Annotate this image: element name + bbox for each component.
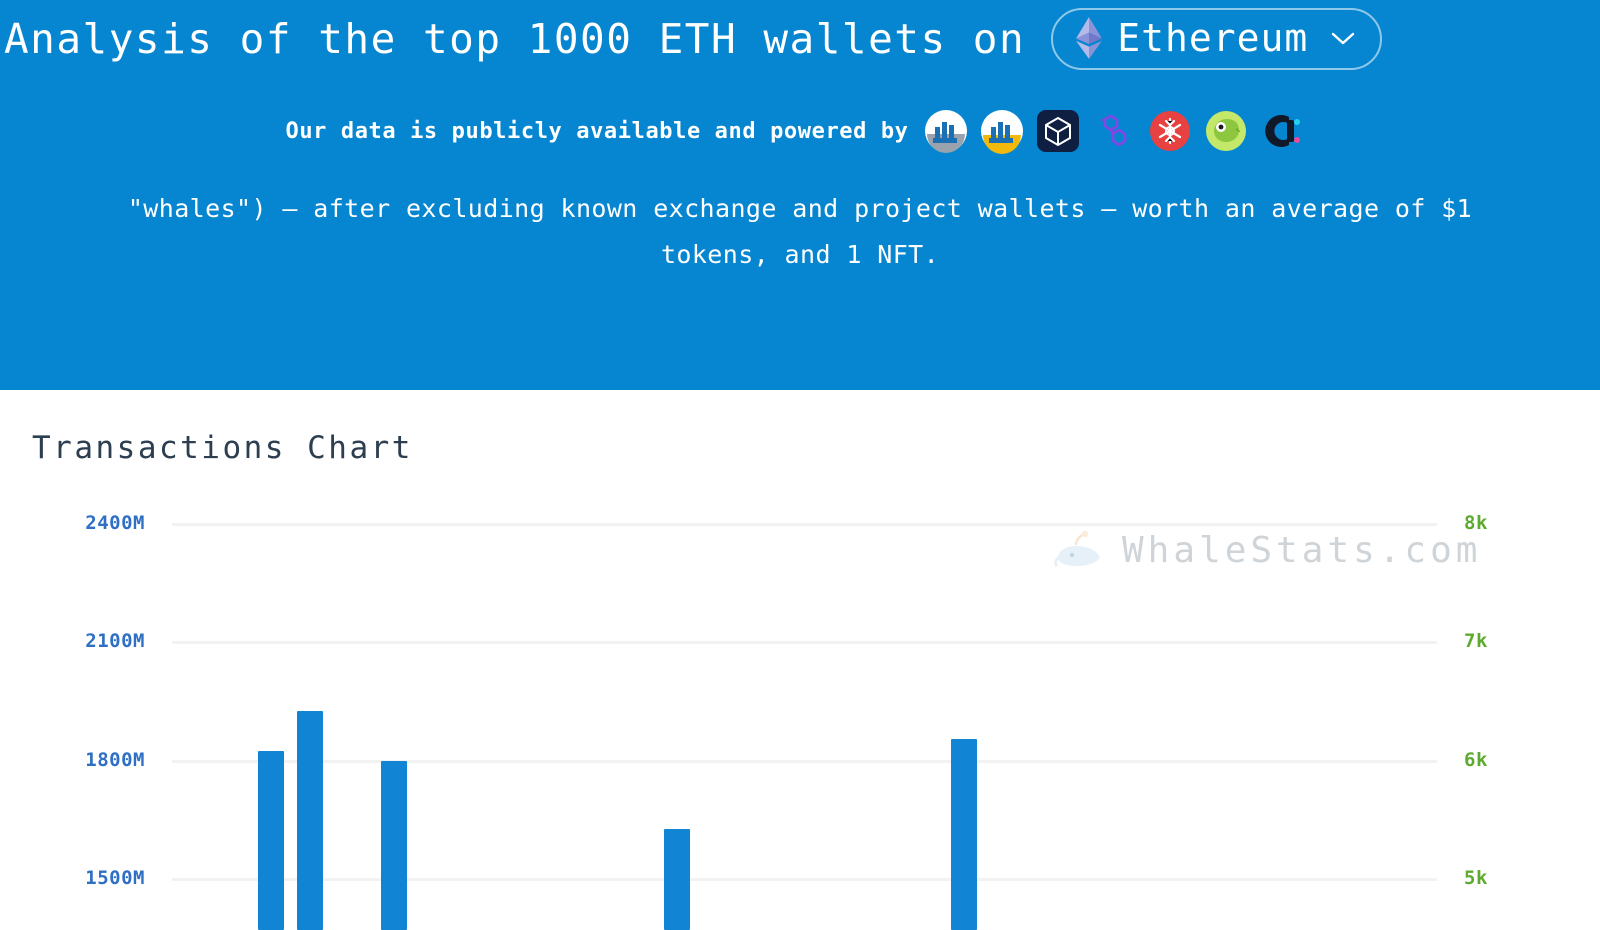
avalanche-icon[interactable] bbox=[1147, 108, 1193, 154]
y-axis-right-tick: 6k bbox=[1464, 749, 1488, 771]
y-axis-right-tick: 5k bbox=[1464, 867, 1488, 889]
y-axis-left-tick: 2400M bbox=[85, 512, 145, 534]
chart-bar[interactable] bbox=[381, 761, 407, 930]
header-description-line-2: tokens, and 1 NFT. bbox=[660, 240, 940, 269]
gridline bbox=[172, 641, 1437, 644]
panel-title: Transactions Chart bbox=[32, 430, 413, 466]
y-axis-left-tick: 2100M bbox=[85, 630, 145, 652]
chain-selector-label: Ethereum bbox=[1117, 16, 1309, 60]
ethereum-icon bbox=[1076, 17, 1103, 59]
chart-bar[interactable] bbox=[297, 711, 323, 930]
watermark: WhaleStats.com bbox=[1052, 524, 1481, 576]
header-description-line-1: "whales") — after excluding known exchan… bbox=[127, 194, 1473, 223]
polygon-icon[interactable] bbox=[1091, 108, 1137, 154]
watermark-text: WhaleStats.com bbox=[1122, 529, 1482, 571]
y-axis-right-tick: 8k bbox=[1464, 512, 1488, 534]
transactions-chart-panel: Transactions Chart WhaleStats.com 2400M 2… bbox=[0, 392, 1600, 930]
powered-by-row: Our data is publicly available and power… bbox=[0, 108, 1600, 154]
etherscan-icon[interactable] bbox=[923, 108, 969, 154]
covalent-icon[interactable] bbox=[1259, 108, 1305, 154]
gridline bbox=[172, 760, 1437, 763]
gridline bbox=[172, 523, 1437, 526]
gridline bbox=[172, 878, 1437, 881]
whale-icon bbox=[1054, 530, 1100, 568]
y-axis-left-tick: 1800M bbox=[85, 749, 145, 771]
chevron-down-icon bbox=[1330, 23, 1356, 53]
coingecko-icon[interactable] bbox=[1203, 108, 1249, 154]
chart-plot-area: WhaleStats.com 2400M 2100M 1800M 1500M 8k 7k… bbox=[0, 484, 1600, 930]
header-title-row: Analysis of the top 1000 ETH wallets on … bbox=[0, 8, 1600, 70]
powered-by-label: Our data is publicly available and power… bbox=[285, 118, 909, 144]
bscscan-icon[interactable] bbox=[979, 108, 1025, 154]
moralis-icon[interactable] bbox=[1035, 108, 1081, 154]
chart-bar[interactable] bbox=[664, 829, 690, 930]
chart-bar[interactable] bbox=[258, 751, 284, 930]
y-axis-left-tick: 1500M bbox=[85, 867, 145, 889]
chart-bar[interactable] bbox=[951, 739, 977, 930]
y-axis-right-tick: 7k bbox=[1464, 630, 1488, 652]
chain-selector-button[interactable]: Ethereum bbox=[1051, 8, 1383, 70]
page-title: Analysis of the top 1000 ETH wallets on bbox=[4, 15, 1026, 63]
page-header: Analysis of the top 1000 ETH wallets on … bbox=[0, 0, 1600, 390]
